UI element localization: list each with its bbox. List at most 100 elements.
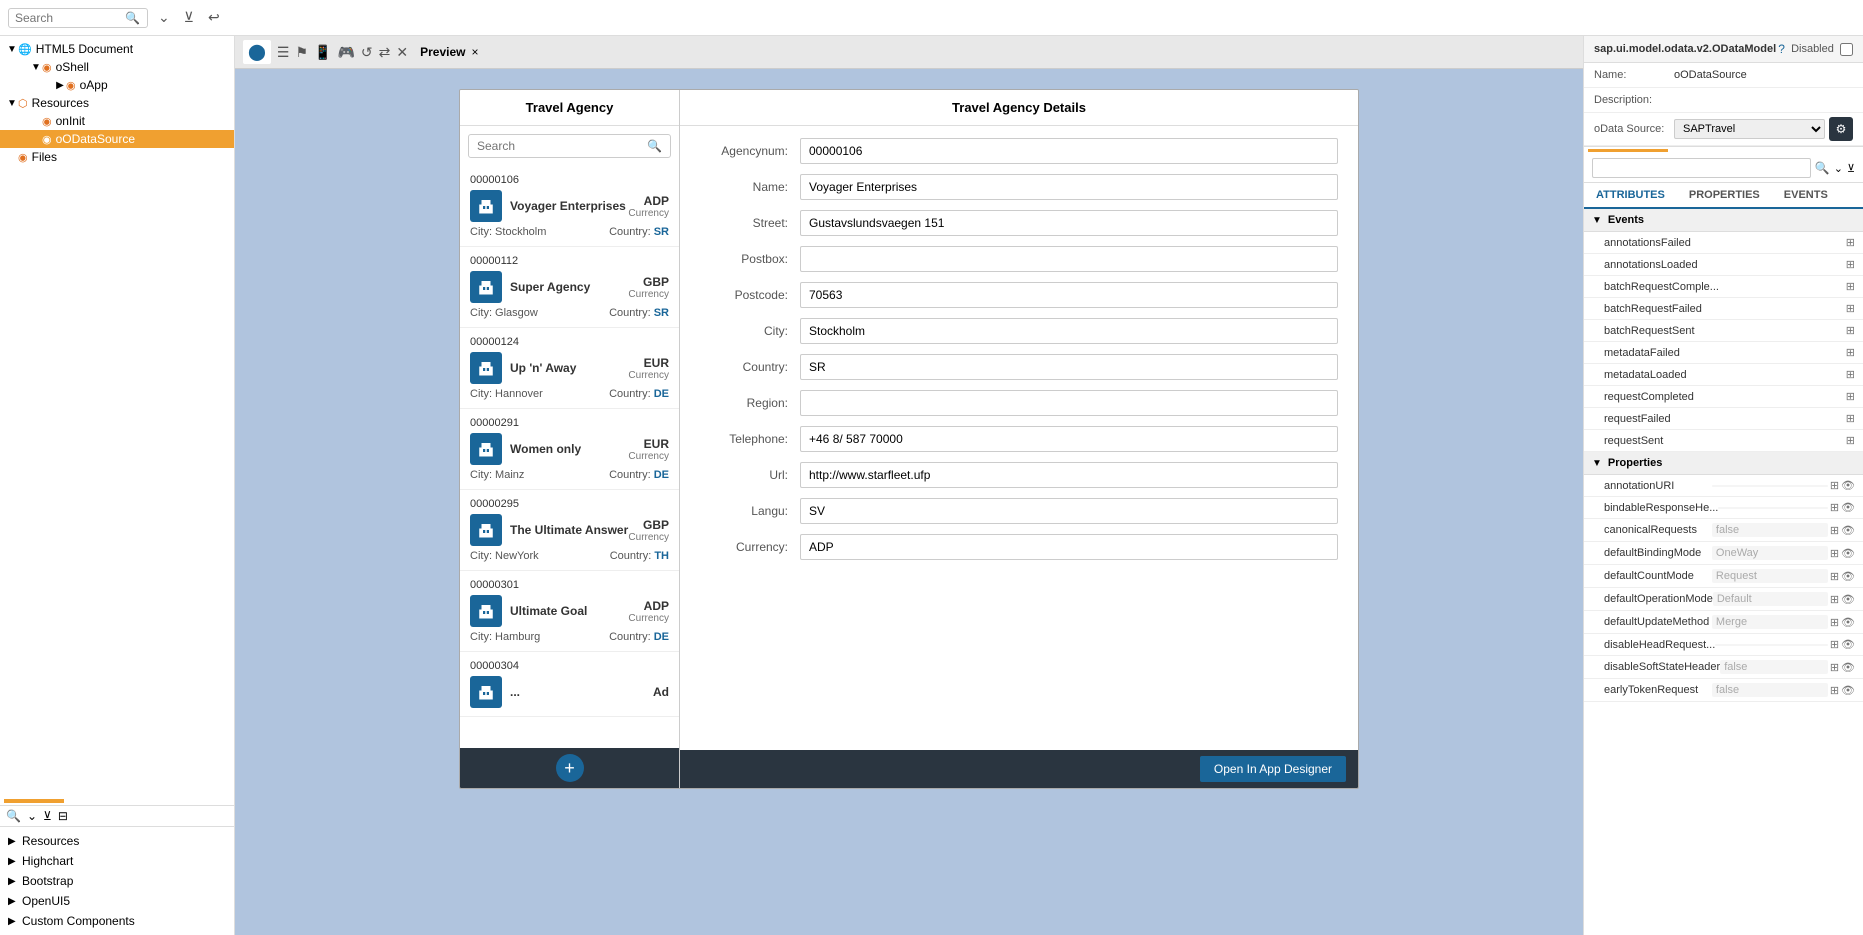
tab-attributes[interactable]: ATTRIBUTES: [1584, 183, 1677, 209]
prop-bind-icon-disableSoftStateHeader[interactable]: ⊞: [1830, 661, 1839, 674]
input-postbox[interactable]: [800, 246, 1338, 272]
prop-bind-icon-defaultCountMode[interactable]: ⊞: [1830, 570, 1839, 583]
filter-icon[interactable]: ⊟: [58, 809, 68, 823]
prop-bind-icon-bindableResponseHe[interactable]: ⊞: [1830, 501, 1839, 514]
search-icon-bottom[interactable]: 🔍: [6, 809, 21, 823]
input-country[interactable]: [800, 354, 1338, 380]
input-currency[interactable]: [800, 534, 1338, 560]
toolbar-icon-1[interactable]: ⌄: [156, 7, 172, 28]
sb-item-openuis[interactable]: ▶ OpenUI5: [0, 891, 234, 911]
preview-close-btn[interactable]: ×: [471, 45, 478, 59]
agency-item-301[interactable]: 00000301 Ultimate Goal ADP Currency: [460, 571, 679, 652]
collapse-icon[interactable]: ⌄: [27, 809, 37, 823]
tree-item-oninit[interactable]: ◉ onInit: [0, 112, 234, 130]
tree-toggle-oodatasource[interactable]: [30, 134, 42, 145]
input-agencynum[interactable]: [800, 138, 1338, 164]
input-postcode[interactable]: [800, 282, 1338, 308]
tree-item-oodatasource[interactable]: ◉ oODataSource: [0, 130, 234, 148]
prop-bind-icon-annotationURI[interactable]: ⊞: [1830, 479, 1839, 492]
tree-toggle-resources[interactable]: ▼: [6, 98, 18, 109]
icon-shuffle[interactable]: ⇄: [379, 44, 391, 61]
prop-eye-icon-defaultCountMode[interactable]: 👁: [1841, 570, 1855, 583]
prop-eye-icon-annotationURI[interactable]: 👁: [1841, 479, 1855, 492]
tree-toggle-oninit[interactable]: [30, 116, 42, 127]
prop-bind-icon-defaultOperationMode[interactable]: ⊞: [1830, 593, 1839, 606]
right-search-icon[interactable]: 🔍: [1815, 161, 1830, 175]
tree-toggle-oshell[interactable]: ▼: [30, 62, 42, 73]
sb-toggle-openuis[interactable]: ▶: [8, 896, 22, 907]
prop-eye-icon-disableSoftStateHeader[interactable]: 👁: [1841, 661, 1855, 674]
prop-bind-icon-defaultBindingMode[interactable]: ⊞: [1830, 547, 1839, 560]
top-search-input[interactable]: [15, 11, 125, 25]
icon-refresh[interactable]: ↺: [361, 44, 373, 61]
icon-gamepad[interactable]: 🎮: [337, 44, 354, 61]
sb-toggle-custom[interactable]: ▶: [8, 916, 22, 927]
disabled-checkbox[interactable]: [1840, 43, 1853, 56]
tree-toggle-html5doc[interactable]: ▼: [6, 44, 18, 55]
icon-circle[interactable]: ⬤: [243, 40, 271, 64]
properties-section-header[interactable]: ▼ Properties: [1584, 452, 1863, 475]
input-name[interactable]: [800, 174, 1338, 200]
tab-properties[interactable]: PROPERTIES: [1677, 183, 1772, 209]
odata-source-select[interactable]: SAPTravel: [1674, 119, 1825, 139]
sb-item-custom[interactable]: ▶ Custom Components: [0, 911, 234, 931]
event-bind-icon-requestFailed[interactable]: ⊞: [1846, 412, 1855, 425]
prop-eye-icon-earlyTokenRequest[interactable]: 👁: [1841, 684, 1855, 697]
icon-phone[interactable]: 📱: [314, 44, 331, 61]
odata-source-gear-button[interactable]: ⚙: [1829, 117, 1853, 141]
prop-bind-icon-defaultUpdateMethod[interactable]: ⊞: [1830, 616, 1839, 629]
sb-toggle-highchart[interactable]: ▶: [8, 856, 22, 867]
event-bind-icon-batchRequestSent[interactable]: ⊞: [1846, 324, 1855, 337]
input-telephone[interactable]: [800, 426, 1338, 452]
icon-flag[interactable]: ⚑: [295, 44, 308, 61]
tree-item-files[interactable]: ◉ Files: [0, 148, 234, 166]
tree-item-oshell[interactable]: ▼ ◉ oShell: [0, 58, 234, 76]
prop-eye-icon-defaultBindingMode[interactable]: 👁: [1841, 547, 1855, 560]
event-bind-icon-annotationsLoaded[interactable]: ⊞: [1846, 258, 1855, 271]
event-bind-icon-batchRequestComple[interactable]: ⊞: [1846, 280, 1855, 293]
input-city[interactable]: [800, 318, 1338, 344]
prop-eye-icon-defaultOperationMode[interactable]: 👁: [1841, 593, 1855, 606]
event-bind-icon-metadataLoaded[interactable]: ⊞: [1846, 368, 1855, 381]
toolbar-icon-3[interactable]: ↩: [206, 7, 222, 28]
agency-item-291[interactable]: 00000291 Women only EUR Currency: [460, 409, 679, 490]
event-bind-icon-metadataFailed[interactable]: ⊞: [1846, 346, 1855, 359]
tree-toggle-files[interactable]: [6, 152, 18, 163]
add-agency-button[interactable]: +: [556, 754, 584, 782]
tree-item-html5doc[interactable]: ▼ 🌐 HTML5 Document: [0, 40, 234, 58]
right-expand-icon[interactable]: ⊻: [1847, 162, 1855, 175]
prop-bind-icon-earlyTokenRequest[interactable]: ⊞: [1830, 684, 1839, 697]
input-url[interactable]: [800, 462, 1338, 488]
prop-eye-icon-bindableResponseHe[interactable]: 👁: [1841, 501, 1855, 514]
event-bind-icon-annotationsFailed[interactable]: ⊞: [1846, 236, 1855, 249]
tree-item-oapp[interactable]: ▶ ◉ oApp: [0, 76, 234, 94]
tree-item-resources[interactable]: ▼ ⬡ Resources: [0, 94, 234, 112]
prop-eye-icon-disableHeadRequest[interactable]: 👁: [1841, 638, 1855, 651]
event-bind-icon-requestSent[interactable]: ⊞: [1846, 434, 1855, 447]
input-street[interactable]: [800, 210, 1338, 236]
agency-search-icon[interactable]: 🔍: [647, 139, 662, 153]
agency-item-112[interactable]: 00000112 Super Agency GBP Currency: [460, 247, 679, 328]
right-panel-search-input[interactable]: [1592, 158, 1811, 178]
sb-item-bootstrap[interactable]: ▶ Bootstrap: [0, 871, 234, 891]
agency-item-304[interactable]: 00000304 ... Ad: [460, 652, 679, 717]
event-bind-icon-batchRequestFailed[interactable]: ⊞: [1846, 302, 1855, 315]
icon-close-preview[interactable]: ✕: [396, 44, 408, 61]
help-icon[interactable]: ?: [1778, 42, 1785, 56]
sb-item-highchart[interactable]: ▶ Highchart: [0, 851, 234, 871]
agency-item-295[interactable]: 00000295 The Ultimate Answer GBP Currenc…: [460, 490, 679, 571]
tree-toggle-oapp[interactable]: ▶: [54, 80, 66, 91]
events-section-header[interactable]: ▼ Events: [1584, 209, 1863, 232]
sb-toggle-bootstrap[interactable]: ▶: [8, 876, 22, 887]
agency-item-106[interactable]: 00000106 Voyager Enterprises ADP Currenc…: [460, 166, 679, 247]
tab-events[interactable]: EVENTS: [1772, 183, 1840, 209]
expand-icon[interactable]: ⊻: [43, 809, 52, 823]
input-langu[interactable]: [800, 498, 1338, 524]
sb-toggle-resources[interactable]: ▶: [8, 836, 22, 847]
agency-item-124[interactable]: 00000124 Up 'n' Away EUR Currency: [460, 328, 679, 409]
agency-search-input[interactable]: [477, 139, 647, 153]
icon-list[interactable]: ☰: [277, 44, 290, 61]
prop-eye-icon-defaultUpdateMethod[interactable]: 👁: [1841, 616, 1855, 629]
prop-bind-icon-disableHeadRequest[interactable]: ⊞: [1830, 638, 1839, 651]
sb-item-resources[interactable]: ▶ Resources: [0, 831, 234, 851]
